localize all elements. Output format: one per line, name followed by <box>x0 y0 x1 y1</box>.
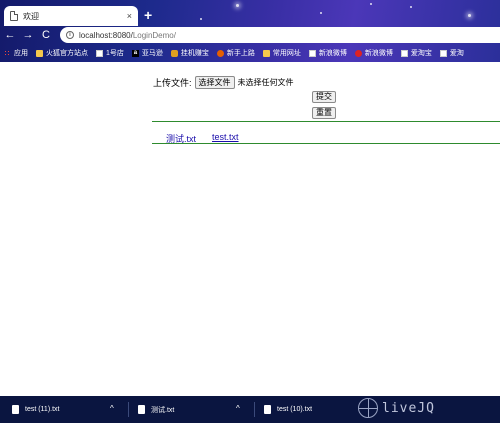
file-icon <box>12 405 19 414</box>
page-icon <box>96 49 103 57</box>
info-icon[interactable]: i <box>66 31 74 39</box>
bookmark-aitaobao[interactable]: 爱淘宝 <box>400 48 432 58</box>
bookmark-label: 新手上路 <box>226 50 255 57</box>
download-label: test (10).txt <box>277 406 313 413</box>
reload-button[interactable]: C <box>38 29 54 41</box>
document-icon <box>10 11 18 21</box>
hand-icon <box>170 49 178 57</box>
upload-form-row: 上传文件: 选择文件 未选择任何文件 <box>153 76 294 89</box>
chevron-up-icon[interactable]: ^ <box>110 404 114 413</box>
bookmark-label: 应用 <box>14 50 28 57</box>
download-label: 测试.txt <box>151 406 175 414</box>
url-host: localhost:8080/ <box>79 30 133 40</box>
page-icon <box>439 49 447 57</box>
weibo-icon <box>354 49 362 57</box>
download-item[interactable]: test (10).txt <box>264 396 312 423</box>
back-button[interactable]: ← <box>2 29 18 41</box>
download-item[interactable]: test (11).txt <box>12 396 60 423</box>
background-star <box>468 14 471 17</box>
browser-chrome: 欢迎 × + ← → C i localhost:8080/LoginDemo/… <box>0 0 500 62</box>
url-text: localhost:8080/LoginDemo/ <box>79 31 176 40</box>
watermark-text: liveJQ <box>382 400 435 416</box>
forward-button[interactable]: → <box>20 29 36 41</box>
url-path: LoginDemo/ <box>132 30 176 40</box>
bookmark-label: 爱淘 <box>449 50 464 57</box>
close-tab-icon[interactable]: × <box>127 11 132 21</box>
new-tab-button[interactable]: + <box>144 6 152 24</box>
tab-title: 欢迎 <box>23 11 39 21</box>
page-icon <box>308 49 316 57</box>
bookmark-label: 1号店 <box>106 50 124 57</box>
download-item[interactable]: 测试.txt <box>138 396 174 423</box>
bookmark-label: 火狐官方站点 <box>46 50 88 57</box>
choose-file-button[interactable]: 选择文件 <box>194 76 235 89</box>
bookmark-weibo-2[interactable]: 新浪微博 <box>354 48 393 58</box>
bookmark-label: 爱淘宝 <box>410 50 432 57</box>
bookmark-label: 新浪微博 <box>364 50 393 57</box>
upload-label: 上传文件: <box>153 78 192 88</box>
divider-bottom <box>152 143 500 144</box>
bookmark-aitao[interactable]: 爱淘 <box>439 48 464 58</box>
page-icon <box>400 49 408 57</box>
bookmark-yhd[interactable]: 1号店 <box>96 48 124 58</box>
bookmark-amazon[interactable]: a 亚马逊 <box>131 48 163 58</box>
separator <box>254 402 255 417</box>
bookmark-label: 亚马逊 <box>141 50 163 57</box>
chevron-up-icon[interactable]: ^ <box>236 404 240 413</box>
file-icon <box>138 405 145 414</box>
bookmark-apps[interactable]: 应用 <box>4 48 28 58</box>
folder-icon <box>262 49 270 57</box>
bookmarks-bar: 应用 火狐官方站点 1号店 a 亚马逊 挂机赚宝 新手上路 常用网址 新浪微博 新… <box>0 46 500 60</box>
bookmark-weibo-1[interactable]: 新浪微博 <box>308 48 347 58</box>
watermark: liveJQ <box>358 398 435 418</box>
address-bar[interactable]: i localhost:8080/LoginDemo/ <box>60 27 500 43</box>
downloads-bar: test (11).txt ^ 测试.txt ^ test (10).txt l… <box>0 396 500 423</box>
divider-top <box>152 121 500 122</box>
file-icon <box>264 405 271 414</box>
amazon-icon: a <box>131 49 139 57</box>
firefox-icon <box>216 49 224 57</box>
bookmark-guaji[interactable]: 挂机赚宝 <box>170 48 209 58</box>
separator <box>128 402 129 417</box>
bookmark-getting-started[interactable]: 新手上路 <box>216 48 255 58</box>
bookmark-common-sites[interactable]: 常用网址 <box>262 48 301 58</box>
background-star <box>320 12 322 14</box>
browser-toolbar: ← → C i localhost:8080/LoginDemo/ <box>0 26 500 44</box>
background-star <box>200 18 202 20</box>
reset-button[interactable]: 重置 <box>312 107 336 119</box>
background-star <box>370 3 372 5</box>
download-label: test (11).txt <box>25 406 60 413</box>
background-star <box>410 6 412 8</box>
background-star <box>236 4 239 7</box>
apps-icon <box>4 49 11 57</box>
bookmark-firefox-site[interactable]: 火狐官方站点 <box>36 48 88 58</box>
bookmark-label: 常用网址 <box>272 50 301 57</box>
basketball-icon <box>358 398 378 418</box>
bookmark-label: 新浪微博 <box>318 50 347 57</box>
bookmark-label: 挂机赚宝 <box>180 50 209 57</box>
page-content: 上传文件: 选择文件 未选择任何文件 提交 重置 测试.txt test.txt <box>0 62 500 396</box>
no-file-selected-text: 未选择任何文件 <box>237 78 294 87</box>
folder-icon <box>36 49 43 57</box>
submit-button[interactable]: 提交 <box>312 91 336 103</box>
browser-tab[interactable]: 欢迎 × <box>4 6 138 26</box>
